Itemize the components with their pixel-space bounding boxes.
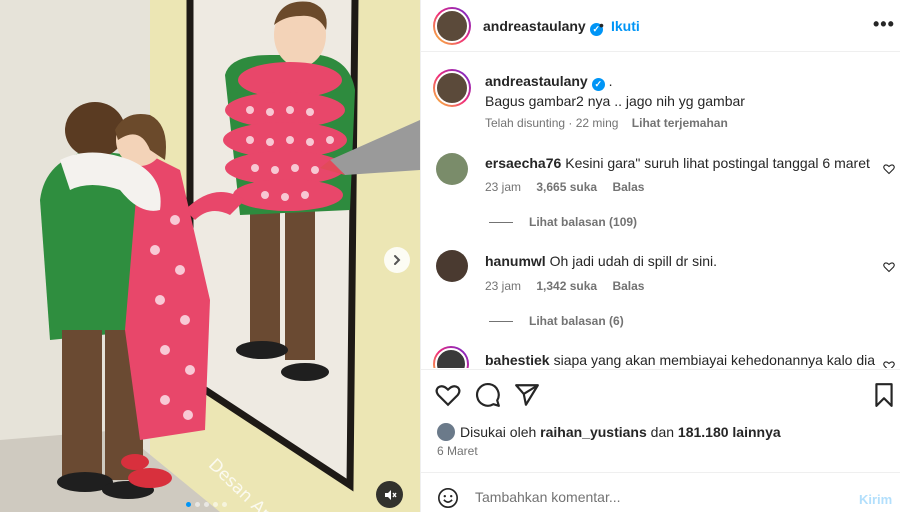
heart-icon[interactable] <box>883 360 895 368</box>
chevron-right-icon <box>394 255 401 265</box>
post-media[interactable]: Desan Art <box>0 0 420 512</box>
likes-summary: Disukai oleh raihan_yustians dan 181.180… <box>437 423 781 441</box>
action-bar <box>421 369 900 419</box>
edited-label: Telah disunting <box>485 116 566 130</box>
follow-button[interactable]: Ikuti <box>611 18 640 34</box>
comment-meta: 23 jam 3,665 suka Balas <box>485 180 644 194</box>
bookmark-icon[interactable] <box>871 382 897 408</box>
comment-username[interactable]: hanumwl <box>485 253 546 269</box>
heart-icon[interactable] <box>883 261 895 273</box>
slide-dot <box>213 502 218 507</box>
likes-conj: dan <box>650 424 675 440</box>
post-header: andreastaulany ✓ • Ikuti ••• <box>421 0 900 52</box>
comment-text: Kesini gara" suruh lihat postingal tangg… <box>565 155 870 171</box>
reply-button[interactable]: Balas <box>612 279 644 293</box>
avatar[interactable] <box>436 153 468 185</box>
artwork-image <box>0 0 420 512</box>
slide-indicator <box>186 502 227 507</box>
dot-separator: • <box>599 17 604 33</box>
header-username-wrap: andreastaulany ✓ <box>483 18 603 36</box>
caption-username-wrap: andreastaulany ✓ . <box>485 73 613 91</box>
mute-button[interactable] <box>376 481 403 508</box>
heart-icon[interactable] <box>435 382 461 408</box>
emoji-icon[interactable] <box>437 487 459 509</box>
comment-input[interactable] <box>475 485 845 509</box>
avatar[interactable] <box>433 346 469 368</box>
likes-others[interactable]: 181.180 lainnya <box>678 424 781 440</box>
header-username[interactable]: andreastaulany <box>483 18 586 34</box>
slide-dot <box>222 502 227 507</box>
likes-prefix: Disukai oleh <box>460 424 537 440</box>
avatar-image <box>435 348 467 368</box>
comments-list[interactable]: andreastaulany ✓ . Bagus gambar2 nya .. j… <box>421 53 900 368</box>
view-replies-button[interactable]: Lihat balasan (6) <box>489 314 624 328</box>
verified-badge-icon: ✓ <box>591 78 605 91</box>
comment-text-line: hanumwl Oh jadi udah di spill dr sini. <box>485 253 717 269</box>
post-sidebar: andreastaulany ✓ • Ikuti ••• andreastaula… <box>420 0 900 512</box>
caption-text: Bagus gambar2 nya .. jago nih yg gambar <box>485 93 745 109</box>
comment-composer: Kirim <box>421 472 900 512</box>
caption-avatar[interactable] <box>433 69 471 107</box>
liker-avatar[interactable] <box>437 423 455 441</box>
avatar-image <box>435 9 469 43</box>
avatar[interactable] <box>436 250 468 282</box>
next-slide-button[interactable] <box>384 247 410 273</box>
heart-icon[interactable] <box>883 163 895 175</box>
comment-text-line: bahestiek siapa yang akan membiayai kehed… <box>485 352 875 368</box>
caption-username[interactable]: andreastaulany <box>485 73 588 89</box>
caption-meta: Telah disunting · 22 ming Lihat terjemah… <box>485 116 728 130</box>
caption-time: 22 ming <box>575 116 619 130</box>
liker-username[interactable]: raihan_yustians <box>540 424 647 440</box>
comment-text-line: ersaecha76 Kesini gara" suruh lihat posti… <box>485 155 870 171</box>
comment-likes[interactable]: 3,665 suka <box>536 180 597 194</box>
comment-icon[interactable] <box>475 382 501 408</box>
send-icon[interactable] <box>514 382 540 408</box>
comment-text: siapa yang akan membiayai kehedonannya k… <box>553 352 876 368</box>
view-replies-button[interactable]: Lihat balasan (109) <box>489 215 637 229</box>
post-date[interactable]: 6 Maret <box>437 444 478 458</box>
slide-dot <box>204 502 209 507</box>
comment-username[interactable]: bahestiek <box>485 352 550 368</box>
reply-button[interactable]: Balas <box>612 180 644 194</box>
see-translation-link[interactable]: Lihat terjemahan <box>632 116 728 130</box>
post-comment-button[interactable]: Kirim <box>859 492 892 507</box>
more-horizontal-icon[interactable]: ••• <box>873 14 895 35</box>
comment-text: Oh jadi udah di spill dr sini. <box>549 253 717 269</box>
avatar[interactable] <box>433 7 471 45</box>
slide-dot <box>195 502 200 507</box>
slide-dot <box>186 502 191 507</box>
caption-suffix: . <box>608 73 613 89</box>
comment-time: 23 jam <box>485 279 522 293</box>
avatar-image <box>435 71 469 105</box>
comment-username[interactable]: ersaecha76 <box>485 155 561 171</box>
speaker-muted-icon <box>384 489 397 500</box>
comment-likes[interactable]: 1,342 suka <box>536 279 597 293</box>
comment-time: 23 jam <box>485 180 522 194</box>
comment-meta: 23 jam 1,342 suka Balas <box>485 279 644 293</box>
